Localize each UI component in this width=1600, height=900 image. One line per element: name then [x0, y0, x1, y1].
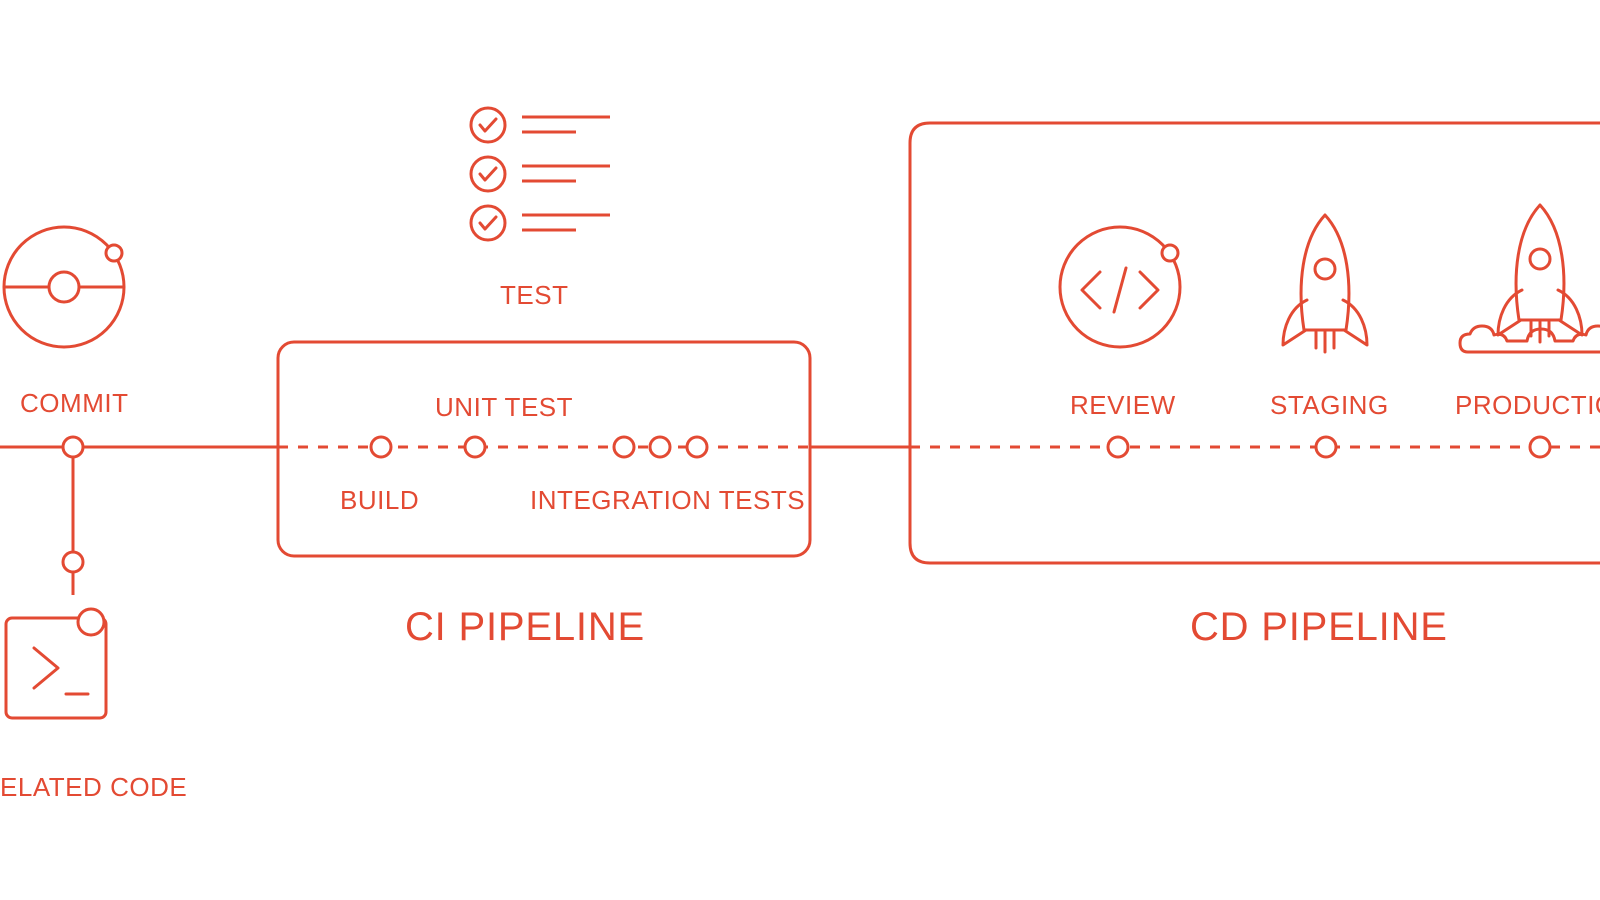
terminal-icon: [6, 609, 106, 718]
ci-pipeline-box: [278, 342, 810, 556]
cd-pipeline-box: [910, 123, 1600, 563]
label-ci-pipeline: CI PIPELINE: [405, 605, 645, 650]
checklist-icon: [471, 108, 610, 240]
git-commit-icon: [4, 227, 124, 347]
label-unit-test: UNIT TEST: [435, 392, 573, 423]
rocket-production-icon: [1460, 205, 1600, 352]
node-commit: [63, 437, 83, 457]
label-production: PRODUCTIO: [1455, 390, 1600, 421]
label-test: TEST: [500, 280, 569, 311]
diagram-canvas: [0, 0, 1600, 900]
label-staging: STAGING: [1270, 390, 1389, 421]
node-build: [371, 437, 391, 457]
rocket-staging-icon: [1283, 215, 1367, 352]
node-integration-2: [650, 437, 670, 457]
node-integration-3: [687, 437, 707, 457]
node-production: [1530, 437, 1550, 457]
node-integration-1: [614, 437, 634, 457]
label-commit: COMMIT: [20, 388, 129, 419]
node-review: [1108, 437, 1128, 457]
label-build: BUILD: [340, 485, 419, 516]
label-cd-pipeline: CD PIPELINE: [1190, 605, 1448, 650]
label-integration-tests: INTEGRATION TESTS: [530, 485, 805, 516]
label-related-code: ELATED CODE: [0, 772, 187, 803]
code-review-icon: [1060, 227, 1180, 347]
label-review: REVIEW: [1070, 390, 1176, 421]
node-staging: [1316, 437, 1336, 457]
node-unit-test: [465, 437, 485, 457]
